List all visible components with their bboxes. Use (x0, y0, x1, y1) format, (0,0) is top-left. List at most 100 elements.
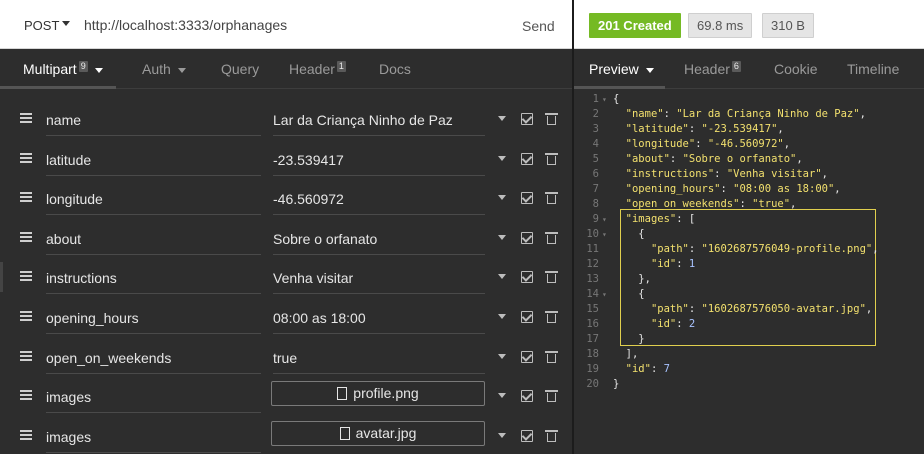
field-name-input[interactable]: open_on_weekends (46, 348, 261, 374)
fold-toggle-icon[interactable]: ▾ (602, 287, 607, 302)
drag-handle-icon[interactable] (20, 152, 32, 163)
drag-handle-icon[interactable] (20, 311, 32, 321)
chevron-down-icon[interactable] (498, 393, 506, 399)
tab-label: Multipart (23, 61, 77, 77)
json-key: "opening_hours" (625, 183, 721, 195)
file-picker-button[interactable]: profile.png (271, 381, 485, 407)
field-value-input[interactable]: Sobre o orfanato (273, 229, 485, 255)
chevron-down-icon[interactable] (498, 432, 506, 438)
fold-toggle-icon[interactable]: ▾ (602, 212, 607, 227)
json-punct: : (720, 183, 734, 195)
drag-handle-icon[interactable] (20, 192, 32, 203)
field-name-input[interactable]: images (46, 427, 261, 453)
method-selector[interactable]: POST (24, 18, 59, 33)
drag-handle-icon[interactable] (20, 113, 32, 123)
tab-header[interactable]: Header 6 (684, 61, 741, 77)
enable-checkbox[interactable] (521, 231, 533, 244)
tab-preview[interactable]: Preview (589, 61, 654, 77)
tab-query[interactable]: Query (221, 61, 259, 77)
enable-checkbox[interactable] (521, 152, 533, 165)
code-line: 14 ▾ { (574, 287, 924, 302)
trash-icon[interactable] (545, 112, 558, 125)
json-string: "Lar da Criança Ninho de Paz" (676, 108, 860, 120)
trash-icon[interactable] (545, 389, 558, 403)
fold-toggle-icon[interactable]: ▾ (602, 92, 607, 107)
drag-handle-icon[interactable] (20, 271, 32, 282)
json-key: "longitude" (625, 138, 696, 150)
code-text: "instructions": "Venha visitar", (613, 167, 828, 182)
trash-icon[interactable] (545, 191, 558, 205)
chevron-down-icon[interactable] (498, 234, 506, 240)
field-value-input[interactable]: -23.539417 (273, 150, 485, 176)
json-punct (613, 318, 651, 330)
json-punct (613, 123, 626, 135)
chevron-down-icon[interactable] (498, 274, 506, 280)
field-name-input[interactable]: latitude (46, 150, 261, 176)
field-name-input[interactable]: opening_hours (46, 308, 261, 334)
tab-timeline[interactable]: Timeline (847, 61, 899, 77)
line-number: 1 (592, 93, 599, 105)
line-number: 12 (586, 258, 599, 270)
enable-checkbox[interactable] (521, 311, 533, 323)
tab-cookie[interactable]: Cookie (774, 61, 818, 77)
fold-toggle-icon[interactable]: ▾ (602, 227, 607, 242)
json-string: "Sobre o orfanato" (682, 153, 797, 165)
chevron-down-icon[interactable] (498, 155, 506, 161)
tab-auth[interactable]: Auth (142, 61, 186, 77)
tab-header[interactable]: Header 1 (289, 61, 346, 77)
json-punct: : (695, 138, 708, 150)
line-number: 3 (592, 123, 599, 135)
field-value-input[interactable]: -46.560972 (273, 189, 485, 216)
field-name-input[interactable]: instructions (46, 268, 261, 295)
chevron-down-icon[interactable] (498, 195, 506, 201)
send-button[interactable]: Send (522, 18, 555, 34)
line-number: 17 (586, 333, 599, 345)
trash-icon[interactable] (545, 270, 558, 284)
chevron-down-icon[interactable] (498, 353, 506, 359)
code-line: 1 ▾ { (574, 92, 924, 107)
file-picker-button[interactable]: avatar.jpg (271, 420, 485, 446)
field-row: images profile.png (0, 377, 572, 417)
trash-icon[interactable] (545, 350, 558, 363)
drag-handle-icon[interactable] (20, 390, 32, 401)
scrollbar[interactable] (0, 262, 3, 292)
trash-icon[interactable] (545, 429, 558, 442)
drag-handle-icon[interactable] (20, 231, 32, 242)
enable-checkbox[interactable] (521, 192, 533, 205)
field-value-input[interactable]: Venha visitar (273, 268, 485, 295)
method-caret-icon[interactable] (62, 21, 70, 26)
code-line: 2 "name": "Lar da Criança Ninho de Paz", (574, 107, 924, 122)
code-line: 8 "open_on_weekends": "true", (574, 197, 924, 212)
field-name-input[interactable]: longitude (46, 189, 261, 216)
trash-icon[interactable] (545, 310, 558, 323)
trash-icon[interactable] (545, 152, 558, 165)
enable-checkbox[interactable] (521, 429, 533, 442)
enable-checkbox[interactable] (521, 113, 533, 125)
drag-handle-icon[interactable] (20, 350, 32, 361)
field-name-input[interactable]: images (46, 387, 261, 414)
field-name-input[interactable]: name (46, 110, 261, 136)
drag-handle-icon[interactable] (20, 429, 32, 440)
size-badge: 310 B (762, 13, 814, 38)
json-number: 2 (688, 318, 696, 330)
code-line: 3 "latitude": "-23.539417", (574, 122, 924, 137)
field-name-input[interactable]: about (46, 229, 261, 255)
enable-checkbox[interactable] (521, 271, 533, 284)
json-key: "name" (625, 108, 664, 120)
enable-checkbox[interactable] (521, 350, 533, 363)
field-value-input[interactable]: Lar da Criança Ninho de Paz (273, 110, 485, 136)
field-value-input[interactable]: 08:00 as 18:00 (273, 308, 485, 334)
json-key: "images" (625, 213, 677, 225)
chevron-down-icon[interactable] (498, 314, 506, 319)
chevron-down-icon[interactable] (498, 116, 506, 121)
field-value-input[interactable]: true (273, 348, 485, 374)
tab-docs[interactable]: Docs (379, 61, 411, 77)
url-input[interactable]: http://localhost:3333/orphanages (84, 17, 287, 33)
enable-checkbox[interactable] (521, 390, 533, 403)
tab-label: Auth (142, 61, 171, 77)
tab-count-badge: 6 (731, 61, 741, 72)
trash-icon[interactable] (545, 231, 558, 244)
chevron-down-icon (94, 67, 103, 73)
active-tab-indicator (574, 86, 665, 89)
tab-multipart[interactable]: Multipart 9 (23, 61, 103, 77)
